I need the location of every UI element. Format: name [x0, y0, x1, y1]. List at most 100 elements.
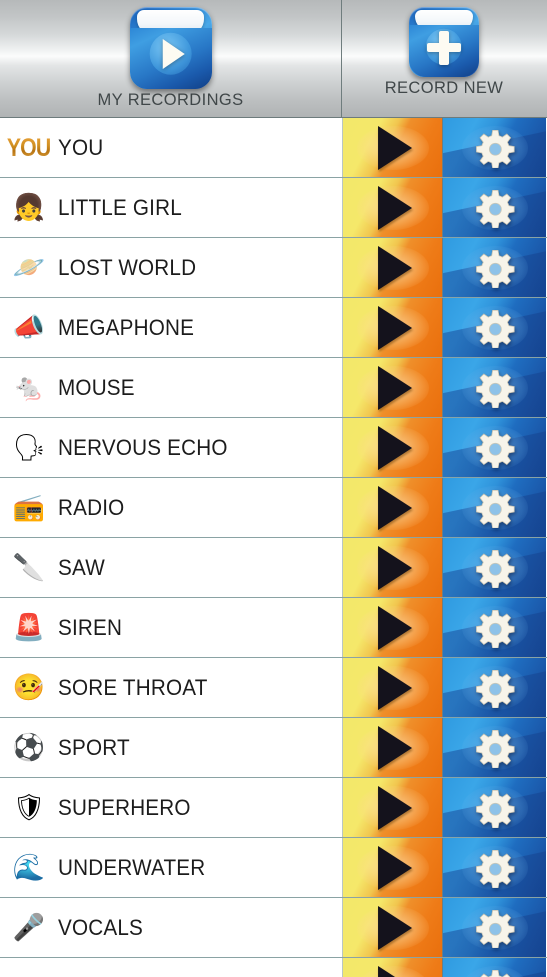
play-triangle-icon [377, 185, 412, 230]
tab-my-recordings[interactable]: MY RECORDINGS [0, 0, 341, 118]
settings-button[interactable] [443, 358, 546, 417]
list-item-label: LITTLE GIRL [58, 194, 182, 220]
list-item-name-cell[interactable]: 🌊 UNDERWATER [0, 838, 343, 897]
play-button[interactable] [343, 298, 443, 357]
play-button[interactable] [343, 658, 443, 717]
list-item-label: MOUSE [58, 374, 135, 400]
radio-icon-glyph: 📻 [12, 492, 46, 523]
play-button[interactable] [343, 478, 443, 537]
gear-icon [475, 249, 515, 288]
gear-icon [475, 729, 515, 768]
settings-button[interactable] [443, 898, 546, 957]
folder-plus-icon [409, 7, 479, 77]
sore-throat-icon: 🤒 [0, 675, 58, 701]
settings-button[interactable] [443, 718, 546, 777]
you-text-icon: YOU [0, 135, 58, 161]
list-item-name-cell[interactable]: 🎤 VOCALS [0, 898, 343, 957]
play-button[interactable] [343, 838, 443, 897]
settings-button[interactable] [443, 238, 546, 297]
gear-icon [475, 549, 515, 588]
radio-icon: 📻 [0, 495, 58, 521]
list-item[interactable]: 🎤 VOCALS [0, 898, 547, 958]
settings-button[interactable] [443, 178, 546, 237]
list-item-name-cell[interactable]: 🛡 SUPERHERO [0, 778, 343, 837]
list-item-label: NERVOUS ECHO [58, 434, 228, 460]
gear-icon [475, 369, 515, 408]
list-item-label: LOST WORLD [58, 254, 197, 280]
list-item[interactable]: 📣 MEGAPHONE [0, 298, 547, 358]
settings-button[interactable] [443, 838, 546, 897]
settings-button[interactable] [443, 598, 546, 657]
settings-button[interactable] [443, 958, 546, 977]
list-item-name-cell[interactable]: 👧 LITTLE GIRL [0, 178, 343, 237]
play-triangle-icon [377, 845, 412, 890]
play-button[interactable] [343, 118, 443, 177]
vocals-icon: 🎤 [0, 915, 58, 941]
settings-button[interactable] [443, 778, 546, 837]
play-triangle-icon [377, 425, 412, 470]
list-item-label: SPORT [58, 734, 130, 760]
list-item-name-cell[interactable]: 🐁 MOUSE [0, 358, 343, 417]
list-item[interactable]: 🗣 NERVOUS ECHO [0, 418, 547, 478]
play-button[interactable] [343, 958, 443, 977]
list-item[interactable]: 🤒 SORE THROAT [0, 658, 547, 718]
little-girl-icon: 👧 [0, 195, 58, 221]
tab-record-new[interactable]: RECORD NEW [341, 0, 547, 118]
play-button[interactable] [343, 898, 443, 957]
play-button[interactable] [343, 178, 443, 237]
list-item-name-cell[interactable]: ⚽ SPORT [0, 718, 343, 777]
play-triangle-icon [377, 966, 412, 977]
play-button[interactable] [343, 358, 443, 417]
list-item-name-cell[interactable] [0, 958, 343, 977]
list-item-name-cell[interactable]: YOU YOU [0, 118, 343, 177]
list-item[interactable] [0, 958, 547, 977]
list-item-name-cell[interactable]: 🔪 SAW [0, 538, 343, 597]
list-item-label: SUPERHERO [58, 794, 191, 820]
list-item-name-cell[interactable]: 🤒 SORE THROAT [0, 658, 343, 717]
sore-throat-icon-glyph: 🤒 [12, 672, 46, 703]
play-button[interactable] [343, 238, 443, 297]
gear-icon [475, 189, 515, 228]
mouse-icon-glyph: 🐁 [12, 372, 46, 403]
list-item[interactable]: 🛡 SUPERHERO [0, 778, 547, 838]
list-item[interactable]: 🔪 SAW [0, 538, 547, 598]
list-item-name-cell[interactable]: 🗣 NERVOUS ECHO [0, 418, 343, 477]
play-button[interactable] [343, 538, 443, 597]
list-item-label: RADIO [58, 494, 125, 520]
play-button[interactable] [343, 778, 443, 837]
settings-button[interactable] [443, 538, 546, 597]
settings-button[interactable] [443, 418, 546, 477]
play-triangle-icon [377, 785, 412, 830]
app-root: MY RECORDINGS RECORD NEW YOU YOU 👧 LITTL… [0, 0, 547, 977]
mouse-icon: 🐁 [0, 375, 58, 401]
settings-button[interactable] [443, 658, 546, 717]
list-item-name-cell[interactable]: 📻 RADIO [0, 478, 343, 537]
list-item-label: SORE THROAT [58, 674, 208, 700]
gear-icon [475, 909, 515, 948]
soccer-ball-icon: ⚽ [0, 735, 58, 761]
list-item[interactable]: ⚽ SPORT [0, 718, 547, 778]
list-item[interactable]: 👧 LITTLE GIRL [0, 178, 547, 238]
play-button[interactable] [343, 418, 443, 477]
list-item[interactable]: 📻 RADIO [0, 478, 547, 538]
list-item[interactable]: 🌊 UNDERWATER [0, 838, 547, 898]
siren-icon: 🚨 [0, 615, 58, 641]
play-triangle-icon [377, 365, 412, 410]
list-item-name-cell[interactable]: 🪐 LOST WORLD [0, 238, 343, 297]
play-button[interactable] [343, 598, 443, 657]
settings-button[interactable] [443, 298, 546, 357]
list-item-label: YOU [58, 134, 104, 160]
you-text-glyph: YOU [7, 133, 51, 162]
settings-button[interactable] [443, 118, 546, 177]
nervous-echo-icon: 🗣 [0, 435, 58, 461]
list-item-name-cell[interactable]: 📣 MEGAPHONE [0, 298, 343, 357]
list-item[interactable]: 🐁 MOUSE [0, 358, 547, 418]
settings-button[interactable] [443, 478, 546, 537]
play-button[interactable] [343, 718, 443, 777]
list-item[interactable]: 🪐 LOST WORLD [0, 238, 547, 298]
list-item[interactable]: YOU YOU [0, 118, 547, 178]
gear-icon [475, 849, 515, 888]
list-item[interactable]: 🚨 SIREN [0, 598, 547, 658]
play-triangle-icon [377, 125, 412, 170]
list-item-name-cell[interactable]: 🚨 SIREN [0, 598, 343, 657]
